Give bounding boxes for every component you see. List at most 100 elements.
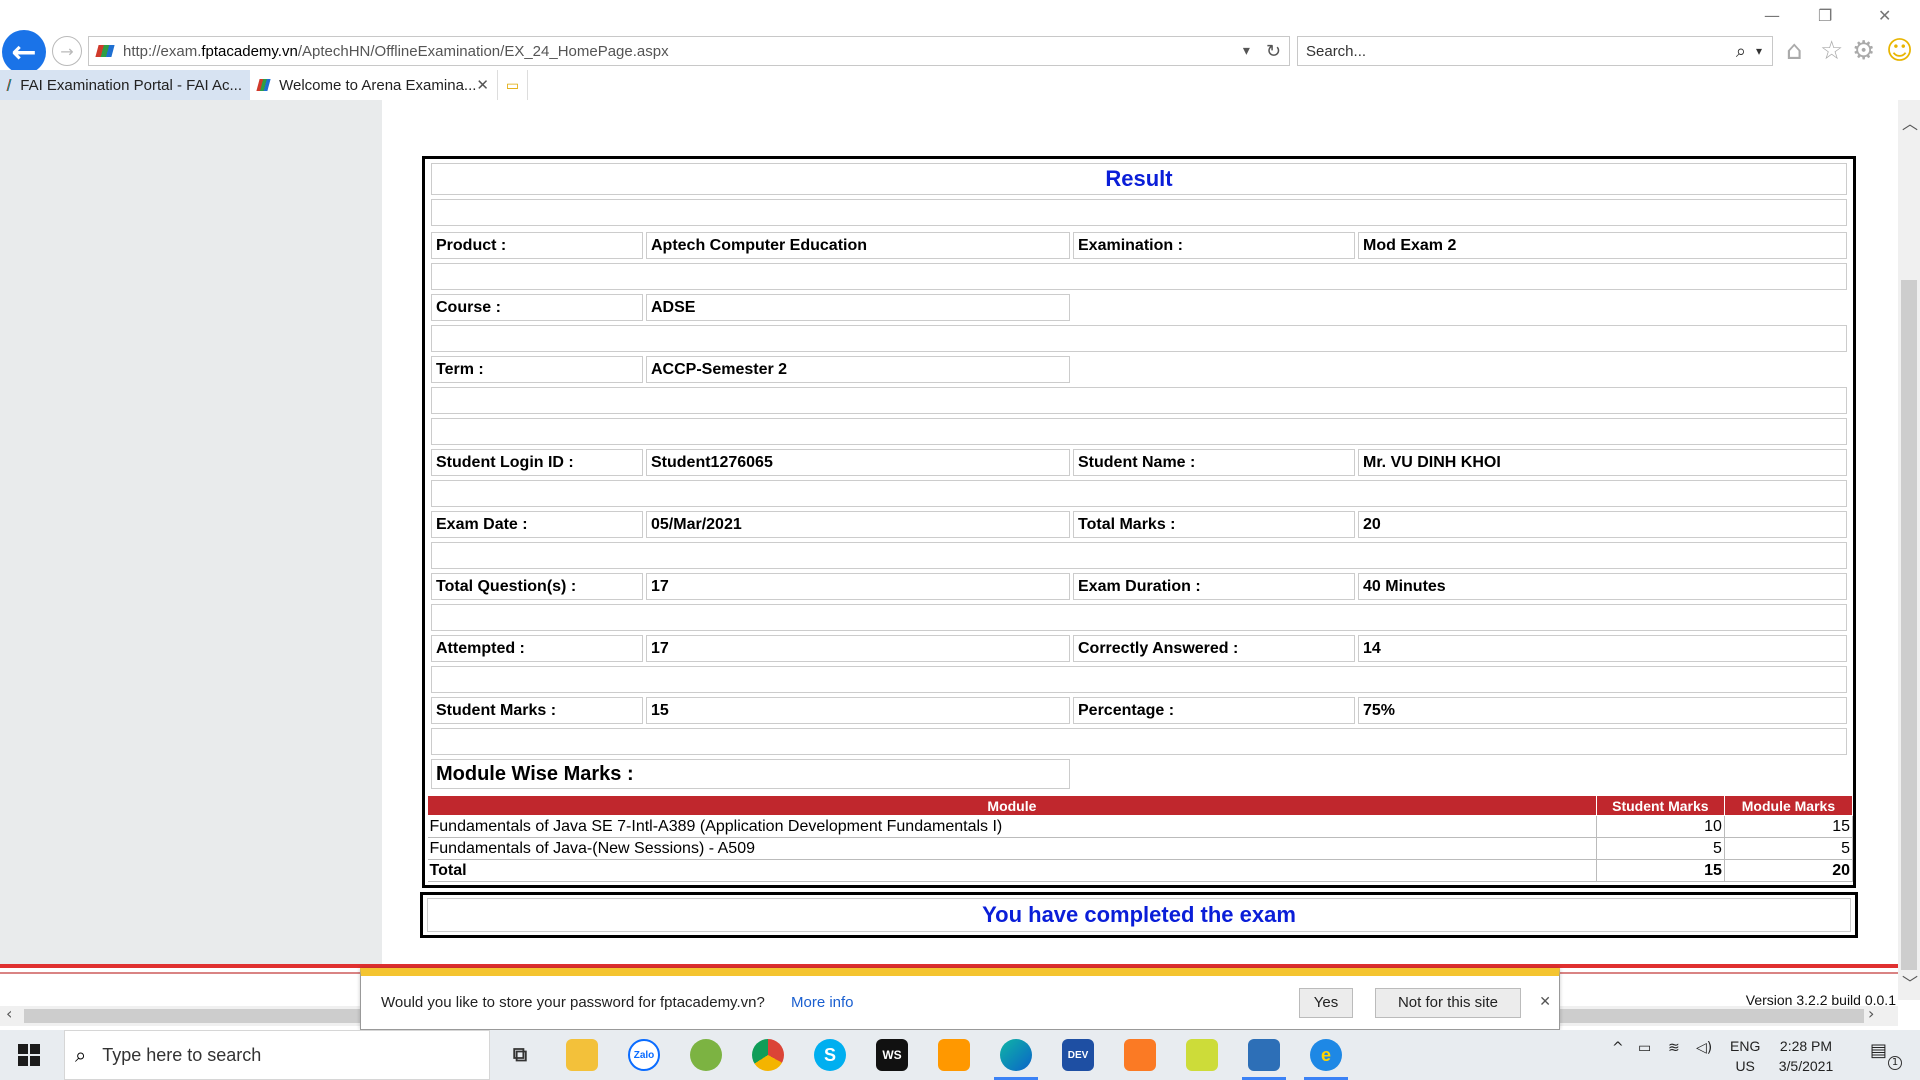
tab-fai-portal[interactable]: FAI Examination Portal - FAI Ac... [0,70,250,100]
completed-message: You have completed the exam [427,898,1851,932]
new-tab-button[interactable]: ▭ [498,70,528,100]
module-marks-table: Module Student Marks Module Marks Fundam… [427,795,1854,882]
address-bar[interactable]: http://exam.fptacademy.vn/AptechHN/Offli… [88,36,1290,66]
webstorm-icon[interactable]: WS [876,1039,908,1071]
not-for-this-site-button[interactable]: Not for this site [1375,988,1521,1018]
more-info-link[interactable]: More info [791,994,854,1011]
module-marks: 5 [1724,837,1854,860]
browser-chrome: — ❐ ✕ ← → http://exam.fptacademy.vn/Apte… [0,0,1920,100]
favorites-star-icon[interactable]: ☆ [1820,36,1843,66]
col-module: Module [427,795,1597,816]
close-window-icon[interactable]: ✕ [1878,6,1891,25]
student-marks: 5 [1596,837,1725,860]
language-line2: US [1735,1058,1755,1074]
student-marks-value: 15 [646,697,1070,724]
tab-arena-exam[interactable]: Welcome to Arena Examina... ✕ [250,70,498,100]
exam-duration-label: Exam Duration : [1073,573,1355,600]
login-id-label: Student Login ID : [431,449,643,476]
clock-time: 2:28 PM [1779,1038,1833,1054]
close-notification-icon[interactable]: ✕ [1539,994,1551,1010]
notification-message: Would you like to store your password fo… [381,994,765,1011]
codeblocks-icon[interactable] [1186,1039,1218,1071]
tab-label: Welcome to Arena Examina... [279,76,477,94]
wifi-icon[interactable]: ≋ [1668,1040,1680,1056]
login-id-value: Student1276065 [646,449,1070,476]
col-student-marks: Student Marks [1595,795,1725,816]
home-icon[interactable]: ⌂ [1786,36,1803,66]
student-marks: 10 [1596,815,1725,838]
taskbar-clock[interactable]: 2:28 PM 3/5/2021 [1766,1036,1846,1076]
yes-button[interactable]: Yes [1299,988,1353,1018]
battery-icon[interactable]: ▭ [1638,1040,1651,1056]
close-tab-icon[interactable]: ✕ [476,76,489,94]
minimize-icon[interactable]: — [1764,6,1780,25]
percentage-value: 75% [1358,697,1847,724]
task-view-icon[interactable]: ⧉ [504,1039,536,1071]
taskbar-search[interactable]: ⌕ Type here to search [64,1030,490,1080]
tab-favicon-icon [256,79,271,91]
student-name-label: Student Name : [1073,449,1355,476]
restore-icon[interactable]: ❐ [1818,6,1832,25]
spacer-row [431,666,1847,693]
total-module-marks: 20 [1724,859,1854,882]
percentage-label: Percentage : [1073,697,1355,724]
password-save-notification: Would you like to store your password fo… [360,968,1560,1030]
page-viewport: Result Product : Aptech Computer Educati… [0,100,1898,1010]
edge-icon[interactable] [994,1039,1038,1080]
spacer-row [431,387,1847,414]
language-indicator[interactable]: ENG US [1730,1036,1760,1076]
xampp-icon[interactable] [1124,1039,1156,1071]
exam-date-label: Exam Date : [431,511,643,538]
coccoc-icon[interactable] [690,1039,722,1071]
chrome-icon[interactable] [752,1039,784,1071]
volume-icon[interactable]: ◁) [1696,1040,1712,1056]
module-name: Fundamentals of Java-(New Sessions) - A5… [427,837,1597,860]
student-name-value: Mr. VU DINH KHOI [1358,449,1847,476]
search-icon[interactable]: ⌕ [1736,41,1746,62]
scroll-right-icon[interactable]: › [1868,1004,1874,1023]
scroll-left-icon[interactable]: ‹ [6,1004,12,1023]
new-tab-icon: ▭ [505,76,520,93]
term-label: Term : [431,356,643,383]
correctly-answered-value: 14 [1358,635,1847,662]
arrow-right-icon: → [60,41,74,61]
zalo-icon[interactable]: Zalo [628,1039,660,1071]
search-icon: ⌕ [75,1043,87,1067]
skype-icon[interactable]: S [814,1039,846,1071]
scroll-up-icon[interactable]: ︿ [1902,110,1918,134]
search-dropdown-icon[interactable]: ▾ [1756,44,1762,58]
spacer-row [431,542,1847,569]
scroll-down-icon[interactable]: ﹀ [1902,970,1918,994]
completion-panel: You have completed the exam [420,892,1858,938]
virtualbox-icon[interactable] [1242,1039,1286,1080]
browser-search-input[interactable]: Search... [1306,43,1736,60]
notification-count-badge: 1 [1888,1056,1902,1070]
taskbar-search-placeholder[interactable]: Type here to search [102,1045,261,1066]
dropdown-chevron-icon[interactable]: ▾ [1243,43,1250,59]
vertical-scrollbar[interactable]: ︿ ﹀ [1898,100,1920,1000]
tab-favicon-icon [6,79,12,91]
back-button[interactable]: ← [2,30,46,74]
address-url[interactable]: http://exam.fptacademy.vn/AptechHN/Offli… [123,43,1235,60]
table-header-row: Module Student Marks Module Marks [427,795,1854,816]
browser-search-box[interactable]: Search... ⌕ ▾ [1297,36,1773,66]
forward-button[interactable]: → [52,36,82,66]
attempted-value: 17 [646,635,1070,662]
feedback-smiley-icon[interactable]: ☺ [1886,36,1913,66]
show-hidden-icons-chevron-icon[interactable]: ^ [1612,1040,1624,1056]
vertical-scroll-thumb[interactable] [1901,280,1917,970]
col-module-marks: Module Marks [1723,795,1854,816]
windows-start-icon[interactable] [18,1044,40,1066]
left-gray-pane [0,100,382,968]
devcpp-label: DEV [1067,1049,1089,1061]
dev-cpp-icon[interactable]: DEV [1062,1039,1094,1071]
product-value: Aptech Computer Education [646,232,1070,259]
tab-label: FAI Examination Portal - FAI Ac... [20,76,242,94]
action-center-icon[interactable]: ▤ [1870,1040,1887,1061]
file-explorer-icon[interactable] [566,1039,598,1071]
refresh-icon[interactable]: ↻ [1266,41,1281,62]
internet-explorer-icon[interactable]: e [1304,1039,1348,1080]
spacer-row [431,263,1847,290]
settings-gear-icon[interactable]: ⚙ [1852,36,1875,66]
sublime-text-icon[interactable] [938,1039,970,1071]
